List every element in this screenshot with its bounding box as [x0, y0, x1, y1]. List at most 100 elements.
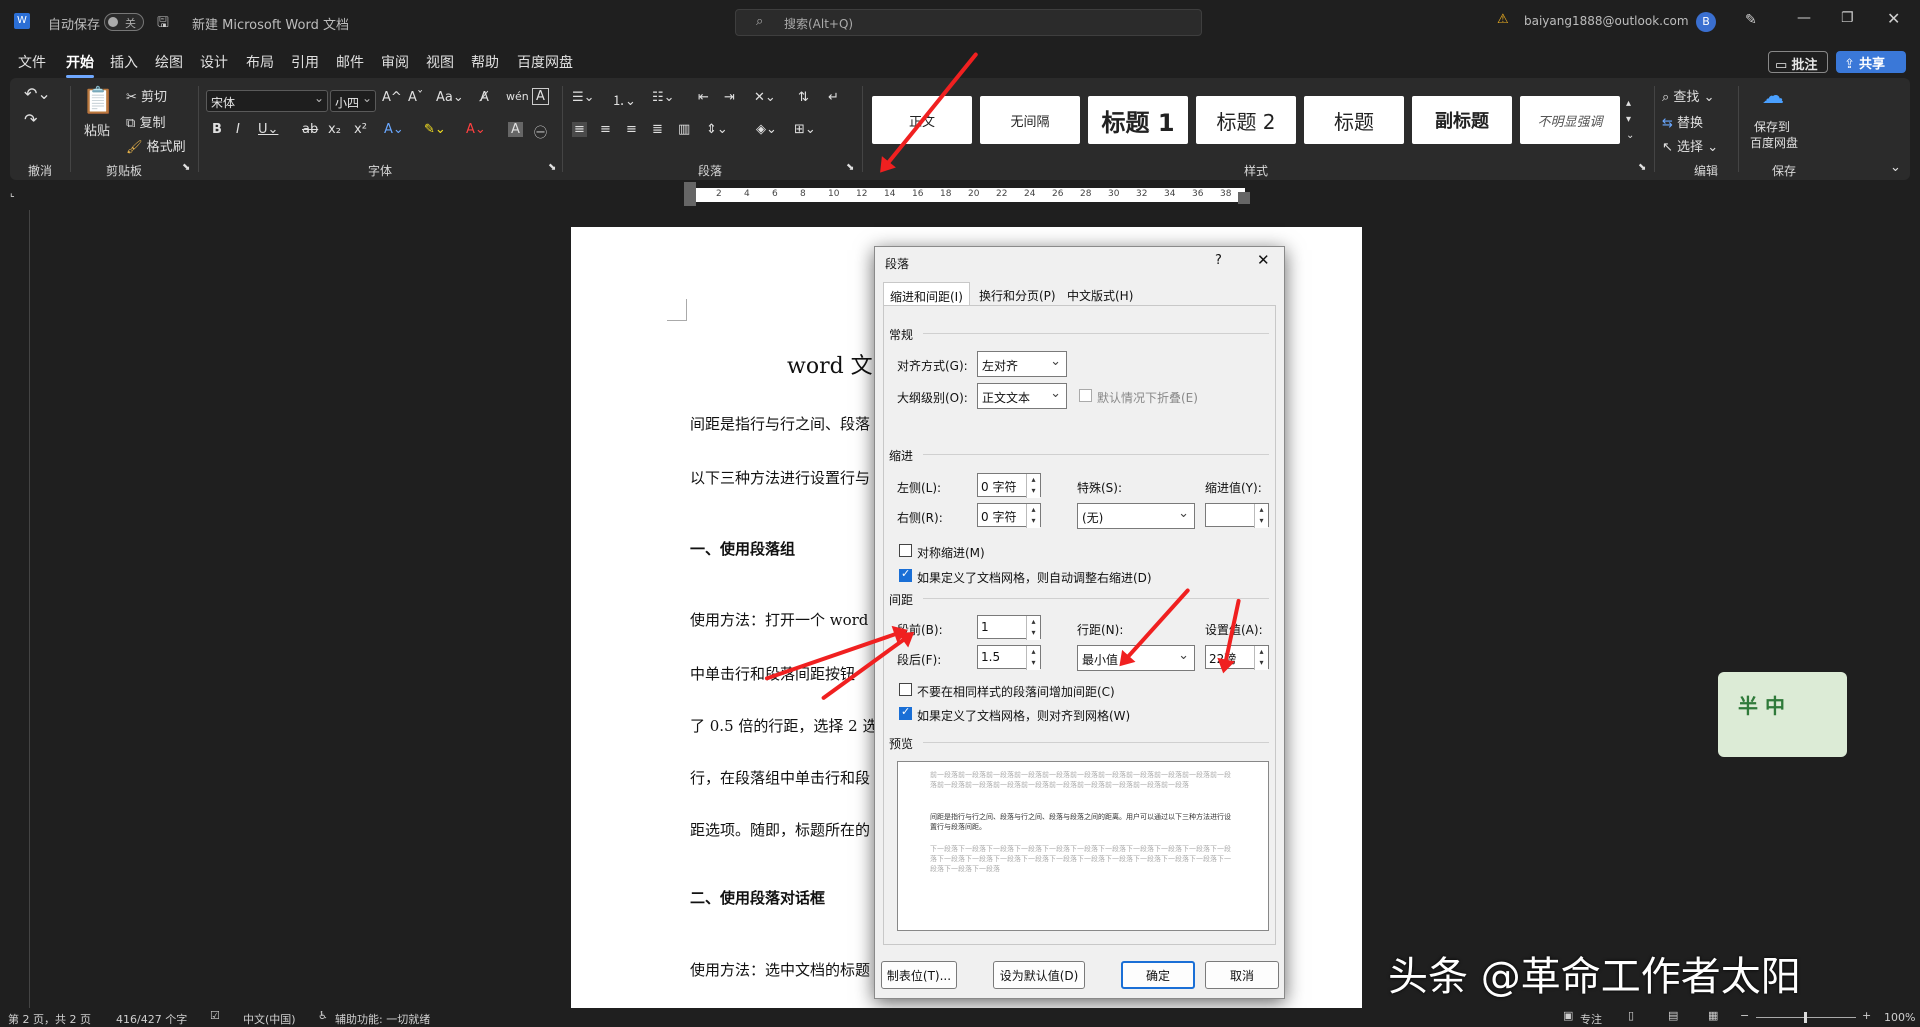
menu-draw[interactable]: 绘图	[155, 52, 183, 72]
tab-asian-typography[interactable]: 中文版式(H)	[1061, 282, 1139, 306]
menu-file[interactable]: 文件	[18, 52, 46, 72]
stepper-icon[interactable]: ▴ ▾	[1026, 646, 1040, 670]
select-button[interactable]: ↖ 选择 ⌄	[1662, 136, 1718, 155]
dialog-close-icon[interactable]: ✕	[1257, 251, 1270, 269]
font-color-icon[interactable]: A⌄	[466, 122, 486, 137]
menu-mailings[interactable]: 邮件	[336, 52, 364, 72]
avatar[interactable]: B	[1696, 12, 1716, 32]
ribbon-collapse-icon[interactable]: ⌄	[1890, 160, 1901, 175]
restore-icon[interactable]: ❐	[1841, 10, 1854, 26]
align-center-icon[interactable]: ≡	[600, 122, 611, 137]
styles-launcher-icon[interactable]: ⬊	[1638, 162, 1646, 173]
right-indent-marker-icon[interactable]	[1238, 192, 1250, 204]
subscript-icon[interactable]: x₂	[328, 122, 341, 137]
web-layout-icon[interactable]: ▦	[1708, 1009, 1718, 1022]
sort-icon[interactable]: ⇅	[798, 90, 809, 105]
shading-icon[interactable]: ◈⌄	[756, 122, 777, 137]
menu-layout[interactable]: 布局	[246, 52, 274, 72]
bold-icon[interactable]: B	[212, 122, 222, 137]
show-marks-icon[interactable]: ↵	[828, 90, 839, 105]
redo-icon[interactable]: ↷	[24, 110, 37, 129]
copy-button[interactable]: ⧉ 复制	[126, 112, 165, 131]
decrease-indent-icon[interactable]: ⇤	[698, 90, 709, 105]
stepper-icon[interactable]: ▴ ▾	[1026, 504, 1040, 528]
shrink-font-icon[interactable]: Aˇ	[408, 90, 423, 105]
pen-icon[interactable]: ✎	[1745, 12, 1757, 28]
style-subtle-emphasis[interactable]: 不明显强调	[1520, 96, 1620, 144]
align-left-icon[interactable]: ≡	[572, 122, 587, 137]
format-painter-button[interactable]: 🖌 格式刷	[126, 136, 186, 155]
strikethrough-icon[interactable]: ab	[302, 122, 318, 137]
menu-review[interactable]: 审阅	[381, 52, 409, 72]
font-size-combo[interactable]: 小四	[330, 90, 376, 112]
font-name-combo[interactable]: 宋体	[206, 90, 328, 112]
autosave-toggle[interactable]: 关	[104, 13, 144, 31]
collapse-checkbox[interactable]	[1079, 389, 1092, 402]
paste-button[interactable]: 粘贴	[84, 120, 110, 139]
outline-level-select[interactable]: 正文文本	[977, 383, 1067, 409]
account-email[interactable]: baiyang1888@outlook.com	[1524, 14, 1689, 28]
stepper-icon[interactable]: ▴ ▾	[1026, 616, 1040, 640]
style-title[interactable]: 标题	[1304, 96, 1404, 144]
space-before-input[interactable]: 1 ▴ ▾	[977, 615, 1041, 640]
enclose-char-icon[interactable]: ㊀	[534, 122, 547, 141]
borders-icon[interactable]: ⊞⌄	[794, 122, 816, 137]
focus-icon[interactable]: ▣	[1563, 1009, 1573, 1022]
word-count[interactable]: 416/427 个字	[116, 1011, 187, 1027]
zoom-level[interactable]: 100%	[1884, 1011, 1915, 1024]
language[interactable]: 中文(中国)	[243, 1011, 296, 1027]
tab-indent-spacing[interactable]: 缩进和间距(I)	[883, 282, 970, 306]
save-to-label[interactable]: 保存到	[1754, 118, 1790, 135]
document-title[interactable]: 新建 Microsoft Word 文档	[192, 14, 349, 33]
tab-selector-icon[interactable]: ⌞	[10, 188, 15, 199]
mirror-indent-checkbox[interactable]	[899, 544, 912, 557]
stepper-icon[interactable]: ▴ ▾	[1254, 504, 1268, 528]
char-border-icon[interactable]: A	[532, 88, 549, 105]
menu-view[interactable]: 视图	[426, 52, 454, 72]
focus-label[interactable]: 专注	[1580, 1011, 1602, 1027]
space-after-input[interactable]: 1.5 ▴ ▾	[977, 645, 1041, 670]
cancel-button[interactable]: 取消	[1205, 961, 1279, 989]
print-layout-icon[interactable]: ▤	[1668, 1009, 1678, 1022]
read-mode-icon[interactable]: ▯	[1628, 1009, 1634, 1022]
auto-right-indent-checkbox[interactable]	[899, 567, 912, 582]
phonetic-icon[interactable]: wén	[506, 90, 529, 103]
menu-baidu[interactable]: 百度网盘	[517, 52, 573, 72]
style-heading1[interactable]: 标题 1	[1088, 96, 1188, 144]
indent-marker-icon[interactable]	[684, 182, 696, 206]
close-icon[interactable]: ✕	[1887, 9, 1900, 28]
chinese-layout-icon[interactable]: ✕⌄	[754, 90, 776, 105]
baidu-cloud-icon[interactable]: ☁	[1762, 84, 1784, 109]
tabs-button[interactable]: 制表位(T)...	[881, 961, 957, 989]
superscript-icon[interactable]: x²	[354, 122, 367, 137]
cut-button[interactable]: ✂ 剪切	[126, 86, 167, 105]
justify-icon[interactable]: ≣	[652, 122, 663, 137]
proofing-icon[interactable]: ☑	[210, 1009, 220, 1022]
menu-references[interactable]: 引用	[291, 52, 319, 72]
zoom-in-icon[interactable]: +	[1862, 1009, 1871, 1022]
line-spacing-icon[interactable]: ⇕⌄	[706, 122, 728, 137]
tab-line-page-breaks[interactable]: 换行和分页(P)	[973, 282, 1062, 306]
menu-design[interactable]: 设计	[200, 52, 228, 72]
multilevel-icon[interactable]: ☷⌄	[652, 90, 675, 105]
zoom-thumb[interactable]	[1804, 1012, 1807, 1023]
paste-icon[interactable]: 📋	[82, 86, 114, 116]
set-default-button[interactable]: 设为默认值(D)	[993, 961, 1085, 989]
char-shading-icon[interactable]: A	[508, 122, 523, 137]
alignment-select[interactable]: 左对齐	[977, 351, 1067, 377]
change-case-icon[interactable]: Aa⌄	[436, 90, 464, 105]
numbering-icon[interactable]: ⒈⌄	[612, 90, 636, 109]
save-icon[interactable]: 🖫	[157, 12, 169, 36]
menu-home[interactable]: 开始	[66, 52, 94, 78]
page-count[interactable]: 第 2 页，共 2 页	[8, 1011, 91, 1027]
comment-button[interactable]: ▭ 批注	[1768, 51, 1828, 73]
minimize-icon[interactable]: —	[1797, 10, 1811, 26]
distributed-icon[interactable]: ▥	[678, 122, 690, 137]
italic-icon[interactable]: I	[236, 122, 240, 137]
search-box[interactable]: ⌕ 搜索(Alt+Q)	[735, 9, 1202, 36]
clear-format-icon[interactable]: A̸	[480, 90, 489, 105]
text-effects-icon[interactable]: A⌄	[384, 122, 404, 137]
stepper-icon[interactable]: ▴ ▾	[1254, 646, 1268, 670]
accessibility-status[interactable]: 辅助功能: 一切就绪	[335, 1011, 430, 1027]
zoom-slider[interactable]	[1756, 1012, 1856, 1023]
